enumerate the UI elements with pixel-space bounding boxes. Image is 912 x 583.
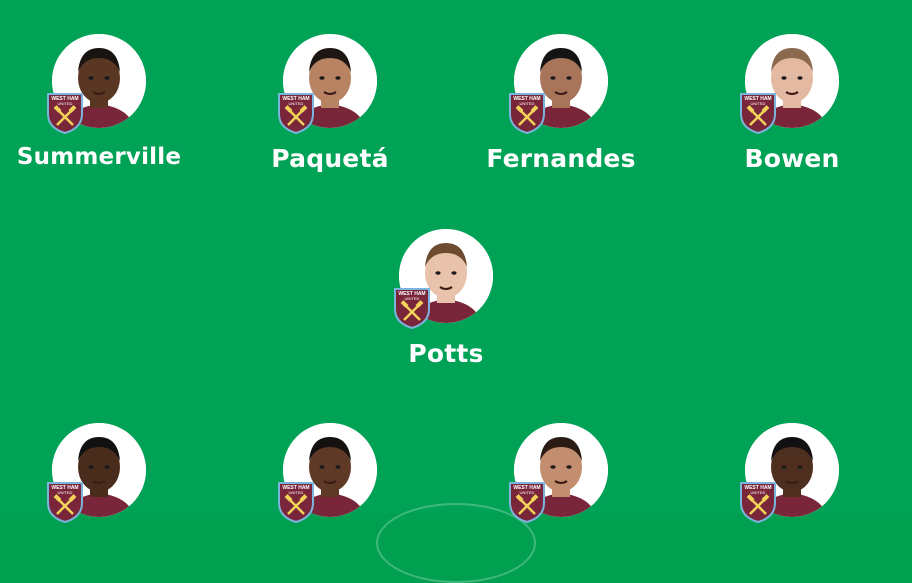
player-avatar: WEST HAM UNITED	[394, 229, 493, 330]
svg-text:UNITED: UNITED	[405, 296, 420, 301]
player-name: Potts	[408, 339, 484, 368]
player-avatar: WEST HAM UNITED	[47, 423, 146, 524]
player-avatar: WEST HAM UNITED	[740, 423, 839, 524]
west-ham-badge-icon: WEST HAM UNITED	[739, 481, 777, 524]
west-ham-badge-icon: WEST HAM UNITED	[739, 92, 777, 135]
player-card-row3-4[interactable]: WEST HAM UNITED	[692, 423, 892, 524]
player-avatar: WEST HAM UNITED	[740, 34, 839, 135]
player-card-summerville[interactable]: WEST HAM UNITED Summerville	[0, 34, 199, 170]
west-ham-badge-icon: WEST HAM UNITED	[277, 92, 315, 135]
svg-text:UNITED: UNITED	[289, 101, 304, 106]
svg-text:UNITED: UNITED	[520, 490, 535, 495]
player-card-row3-3[interactable]: WEST HAM UNITED	[461, 423, 661, 524]
player-card-fernandes[interactable]: WEST HAM UNITED Fernandes	[461, 34, 661, 173]
west-ham-badge-icon: WEST HAM UNITED	[46, 481, 84, 524]
player-name: Summerville	[16, 144, 182, 170]
west-ham-badge-icon: WEST HAM UNITED	[277, 481, 315, 524]
svg-text:UNITED: UNITED	[520, 101, 535, 106]
pitch: WEST HAM UNITED Summerville WEST HAM UNITE…	[0, 0, 912, 583]
svg-text:UNITED: UNITED	[751, 490, 766, 495]
west-ham-badge-icon: WEST HAM UNITED	[508, 481, 546, 524]
player-name: Paquetá	[271, 144, 389, 173]
player-card-bowen[interactable]: WEST HAM UNITED Bowen	[692, 34, 892, 173]
west-ham-badge-icon: WEST HAM UNITED	[393, 287, 431, 330]
player-avatar: WEST HAM UNITED	[509, 423, 608, 524]
player-card-potts[interactable]: WEST HAM UNITED Potts	[346, 229, 546, 368]
west-ham-badge-icon: WEST HAM UNITED	[46, 92, 84, 135]
player-card-row3-1[interactable]: WEST HAM UNITED	[0, 423, 199, 524]
player-card-paqueta[interactable]: WEST HAM UNITED Paquetá	[230, 34, 430, 173]
svg-text:UNITED: UNITED	[58, 101, 73, 106]
svg-text:UNITED: UNITED	[751, 101, 766, 106]
player-card-row3-2[interactable]: WEST HAM UNITED	[230, 423, 430, 524]
svg-text:UNITED: UNITED	[289, 490, 304, 495]
svg-text:UNITED: UNITED	[58, 490, 73, 495]
player-avatar: WEST HAM UNITED	[509, 34, 608, 135]
west-ham-badge-icon: WEST HAM UNITED	[508, 92, 546, 135]
player-avatar: WEST HAM UNITED	[278, 423, 377, 524]
player-name: Bowen	[744, 144, 840, 173]
player-avatar: WEST HAM UNITED	[278, 34, 377, 135]
player-name: Fernandes	[486, 144, 636, 173]
player-avatar: WEST HAM UNITED	[47, 34, 146, 135]
